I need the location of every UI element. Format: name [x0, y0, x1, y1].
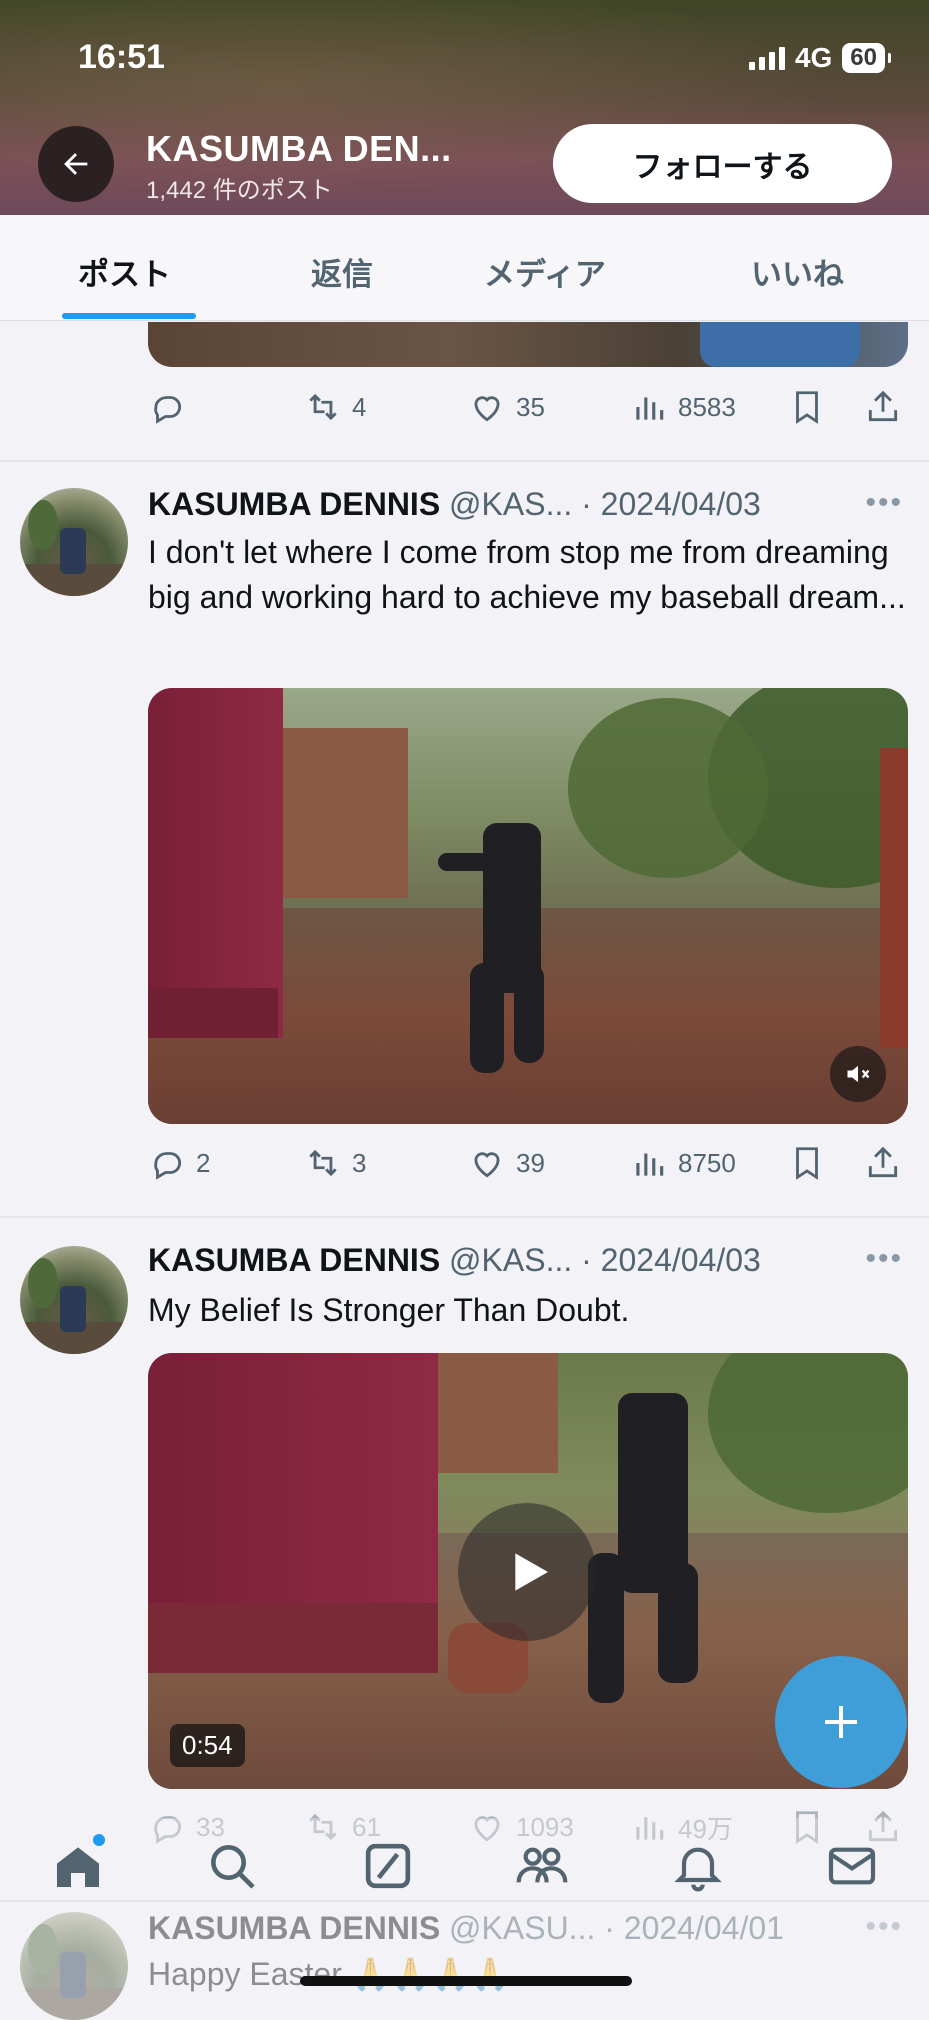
tab-media[interactable]: メディア: [484, 249, 606, 294]
view-count: 8583: [678, 391, 736, 422]
post-header: KASUMBA DENNIS @KAS... · 2024/04/03: [148, 486, 761, 523]
tab-posts[interactable]: ポスト: [78, 249, 171, 294]
share-icon: [868, 1146, 898, 1178]
repost-button[interactable]: 3: [304, 1144, 366, 1182]
like-count: 35: [516, 391, 545, 422]
battery-icon: 60: [842, 43, 891, 73]
author-handle[interactable]: @KAS...: [449, 1242, 572, 1278]
active-tab-indicator: [62, 313, 196, 319]
share-button[interactable]: [864, 388, 902, 426]
grok-icon[interactable]: [360, 1838, 416, 1894]
like-count: 39: [516, 1147, 545, 1178]
status-time: 16:51: [78, 38, 165, 76]
avatar[interactable]: [20, 488, 128, 596]
arrow-left-icon: [64, 153, 88, 175]
post-divider: [0, 1900, 929, 1902]
profile-header: 16:51 4G 60 KASUMBA DEN... 1,442 件のポスト フ…: [0, 0, 929, 215]
comment-icon: [154, 1152, 182, 1180]
video-duration: 0:54: [170, 1724, 245, 1767]
bottom-navigation: [0, 1818, 929, 1900]
status-indicators: 4G 60: [748, 42, 891, 74]
tab-replies[interactable]: 返信: [311, 249, 373, 294]
bookmark-icon: [796, 391, 818, 424]
bar-chart-icon: [636, 397, 664, 420]
network-label: 4G: [794, 42, 833, 73]
speaker-muted-icon: [847, 1065, 870, 1083]
author-name[interactable]: KASUMBA DENNIS: [148, 486, 440, 522]
bookmark-button[interactable]: [788, 1144, 826, 1182]
plus-icon: [825, 1706, 857, 1738]
repost-count: 3: [352, 1147, 367, 1178]
share-button[interactable]: [864, 1144, 902, 1182]
profile-name: KASUMBA DEN...: [146, 128, 452, 169]
post-text: My Belief Is Stronger Than Doubt.: [148, 1292, 630, 1328]
post-date: · 2024/04/03: [581, 486, 761, 522]
play-button[interactable]: [458, 1503, 596, 1641]
more-options-icon[interactable]: •••: [865, 1242, 903, 1276]
post-divider: [0, 460, 929, 462]
heart-icon: [474, 396, 500, 422]
views-button[interactable]: 8750: [630, 1144, 736, 1182]
bookmark-icon: [796, 1147, 818, 1180]
home-icon[interactable]: [50, 1838, 106, 1894]
post-video[interactable]: [148, 688, 908, 1124]
mute-button[interactable]: [830, 1046, 886, 1102]
post-date: · 2024/04/03: [581, 1242, 761, 1278]
mail-icon[interactable]: [824, 1838, 880, 1894]
bookmark-button[interactable]: [788, 388, 826, 426]
more-options-icon[interactable]: •••: [865, 1910, 903, 1944]
reply-count: 2: [196, 1147, 211, 1178]
like-button[interactable]: 39: [468, 1144, 545, 1182]
compose-button[interactable]: [775, 1656, 907, 1788]
repost-count: 4: [352, 391, 367, 422]
more-options-icon[interactable]: •••: [865, 486, 903, 520]
home-indicator: [300, 1976, 632, 1986]
avatar[interactable]: [20, 1246, 128, 1354]
author-name[interactable]: KASUMBA DENNIS: [148, 1242, 440, 1278]
tab-likes[interactable]: いいね: [751, 249, 844, 294]
home-notification-dot: [93, 1834, 105, 1846]
avatar[interactable]: [20, 1912, 128, 2020]
repost-button[interactable]: 4: [304, 388, 366, 426]
view-count: 8750: [678, 1147, 736, 1178]
author-name[interactable]: KASUMBA DENNIS: [148, 1910, 440, 1946]
post-count: 1,442 件のポスト: [146, 177, 333, 204]
post-header: KASUMBA DENNIS @KAS... · 2024/04/03: [148, 1242, 761, 1279]
repost-icon: [309, 1149, 337, 1177]
author-handle[interactable]: @KASU...: [449, 1910, 595, 1946]
follow-button[interactable]: フォローする: [553, 124, 892, 203]
bar-chart-icon: [636, 1153, 664, 1176]
post-media-partial[interactable]: [148, 322, 908, 367]
profile-tabs: ポスト 返信 メディア いいね: [0, 215, 929, 321]
share-icon: [868, 390, 898, 422]
post-actions: 4 35 8583: [148, 388, 908, 432]
post-actions: 2 3 39 8750: [148, 1144, 908, 1188]
like-button[interactable]: 35: [468, 388, 545, 426]
heart-icon: [474, 1152, 500, 1178]
post-header: KASUMBA DENNIS @KASU... · 2024/04/01: [148, 1910, 784, 1947]
reply-button[interactable]: 2: [148, 1144, 210, 1182]
communities-icon[interactable]: [514, 1838, 570, 1894]
author-handle[interactable]: @KAS...: [449, 486, 572, 522]
post-divider: [0, 1216, 929, 1218]
signal-icon: [748, 46, 785, 70]
post-date: · 2024/04/01: [604, 1910, 784, 1946]
views-button[interactable]: 8583: [630, 388, 736, 426]
search-icon[interactable]: [204, 1838, 260, 1894]
play-icon: [515, 1553, 548, 1591]
reply-button[interactable]: [148, 388, 196, 426]
back-button[interactable]: [38, 126, 114, 202]
repost-icon: [309, 393, 337, 421]
post-text: I don't let where I come from stop me fr…: [148, 534, 906, 615]
bell-icon[interactable]: [670, 1838, 726, 1894]
comment-icon: [154, 396, 182, 424]
